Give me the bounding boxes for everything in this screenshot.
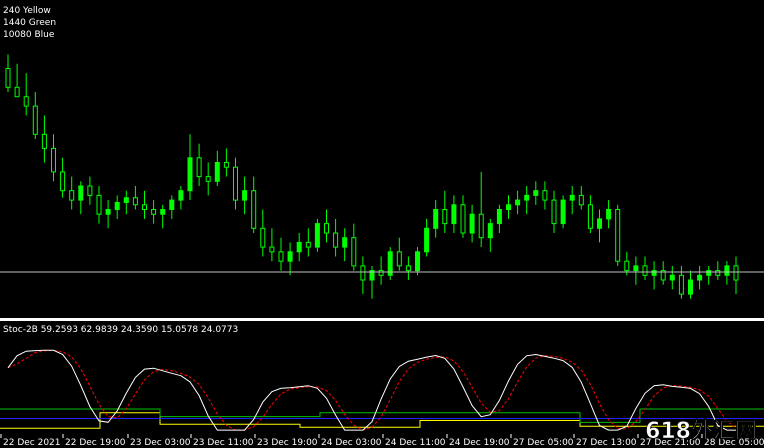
candle-body (260, 227, 266, 248)
candle-body (715, 270, 721, 276)
candle-body (697, 274, 703, 281)
candle-body (333, 232, 339, 248)
candle-body (178, 190, 184, 201)
candle-body (487, 223, 493, 239)
candle-body (5, 68, 11, 88)
candle-body (587, 204, 593, 229)
candle-body (469, 213, 475, 234)
candle-body (442, 209, 448, 225)
candle-body (360, 265, 366, 281)
candle-body (451, 204, 457, 225)
candle-body (351, 237, 357, 267)
candle-body (14, 86, 20, 98)
candle-body (551, 199, 557, 225)
candle-body (669, 274, 675, 281)
candle-body (324, 223, 329, 234)
candle-body (433, 209, 439, 229)
candle-body (515, 199, 521, 206)
candle-body (678, 274, 684, 295)
time-axis-label: 24 Dec 19:00 (449, 438, 510, 448)
candle-body (32, 105, 38, 135)
candle-body (278, 251, 284, 262)
candle-body (233, 166, 238, 201)
candle-body (342, 237, 348, 248)
candle-body (597, 218, 602, 229)
time-axis-label: 24 Dec 11:00 (385, 438, 446, 448)
candle-body (569, 194, 575, 201)
candle-body (269, 246, 275, 253)
candle-body (114, 201, 120, 210)
candle-body (506, 204, 511, 211)
candle-body (706, 270, 712, 276)
candle-body (524, 194, 530, 201)
candle-body (242, 190, 248, 201)
trading-chart[interactable]: 240 Yellow 1440 Green 10080 Blue Stoc-2B… (0, 0, 764, 448)
candle-body (533, 190, 539, 196)
candle-body (733, 265, 739, 281)
candle-body (205, 176, 211, 182)
candle-body (615, 209, 621, 262)
candle-body (151, 209, 157, 215)
candle-body (251, 190, 257, 229)
candle-body (633, 265, 639, 272)
candle-body (405, 265, 411, 272)
candle-body (287, 251, 293, 262)
legend-line-3: 10080 Blue (3, 30, 55, 40)
candle-body (60, 171, 66, 192)
candle-body (542, 190, 548, 201)
time-axis-label: 23 Dec 19:00 (257, 438, 318, 448)
candle-body (642, 265, 648, 276)
candle-body (396, 251, 402, 267)
candle-body (96, 194, 102, 215)
candle-body (160, 209, 166, 215)
candle-body (651, 270, 657, 276)
candle-body (496, 209, 502, 225)
time-axis-label: 23 Dec 11:00 (193, 438, 254, 448)
candle-body (223, 162, 229, 168)
candle-body (296, 241, 302, 253)
candle-body (214, 162, 220, 182)
time-axis-label: 24 Dec 03:00 (321, 438, 382, 448)
legend-line-1: 240 Yellow (3, 6, 51, 16)
candle-body (23, 96, 29, 107)
candle-body (187, 157, 193, 192)
candle-body (478, 213, 484, 239)
candle-body (378, 270, 384, 276)
candle-body (724, 265, 730, 276)
candle-body (305, 241, 311, 248)
candle-body (41, 133, 47, 149)
candle-body (624, 260, 630, 272)
candle-body (460, 204, 466, 234)
candle-body (578, 194, 584, 206)
candle-body (196, 157, 202, 178)
candle-body (87, 185, 93, 196)
candle-body (51, 147, 56, 173)
time-axis-label: 22 Dec 2021 (3, 438, 61, 448)
candle-body (169, 199, 175, 211)
candle-body (560, 199, 566, 225)
candle-body (105, 209, 111, 215)
indicator-label: Stoc-2B 59.2593 62.9839 24.3590 15.0578 … (3, 325, 238, 335)
candle-body (688, 279, 693, 295)
time-axis-label: 27 Dec 21:00 (640, 438, 701, 448)
time-axis-label: 27 Dec 13:00 (576, 438, 637, 448)
time-axis-label: 22 Dec 19:00 (65, 438, 126, 448)
chart-background (0, 0, 764, 448)
candle-body (69, 190, 75, 201)
candle-body (123, 197, 129, 203)
candle-body (142, 204, 147, 211)
candle-body (78, 185, 84, 201)
candle-body (424, 227, 430, 253)
candle-body (132, 197, 138, 206)
time-axis-label: 27 Dec 05:00 (513, 438, 574, 448)
legend-line-2: 1440 Green (3, 18, 56, 28)
time-axis-label: 23 Dec 03:00 (130, 438, 191, 448)
candle-body (606, 209, 612, 220)
time-axis-label: 28 Dec 05:00 (704, 438, 764, 448)
candle-body (314, 223, 320, 248)
candle-body (415, 251, 420, 272)
pane-separator[interactable] (0, 318, 764, 321)
